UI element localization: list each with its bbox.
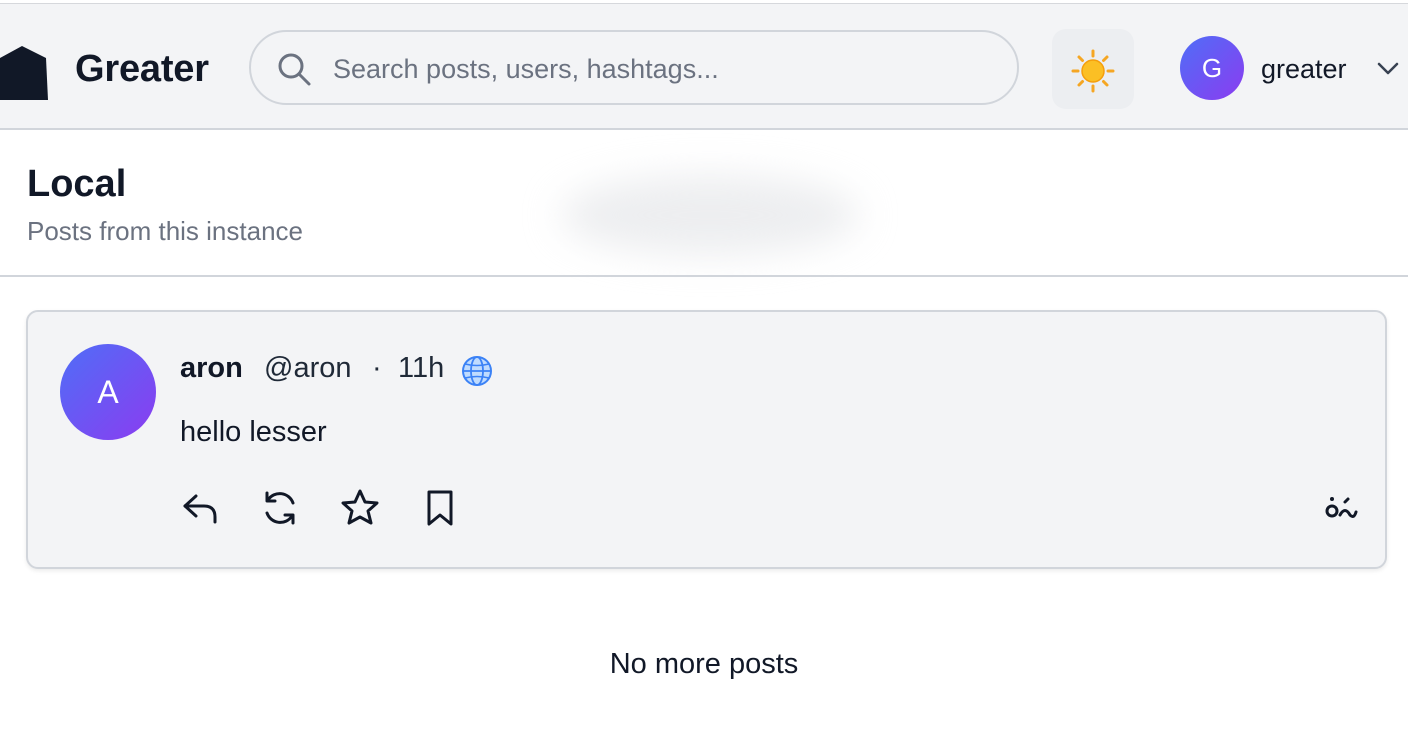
reply-button[interactable] bbox=[180, 488, 220, 528]
boost-icon bbox=[265, 491, 295, 525]
post-card[interactable]: A aron @aron · 11h hello lesser bbox=[26, 310, 1387, 569]
user-name[interactable]: greater bbox=[1261, 54, 1347, 85]
blur-artifact bbox=[560, 175, 860, 255]
brand-name[interactable]: Greater bbox=[75, 48, 209, 91]
reply-icon bbox=[183, 494, 217, 524]
user-menu[interactable]: G greater bbox=[1180, 36, 1408, 102]
section-divider bbox=[0, 275, 1408, 277]
separator-dot: · bbox=[372, 352, 382, 384]
feed-end-message: No more posts bbox=[609, 648, 799, 680]
sun-icon bbox=[1071, 49, 1115, 93]
search-icon bbox=[278, 53, 311, 86]
post-author-name[interactable]: aron bbox=[180, 352, 243, 385]
post-author-handle[interactable]: @aron bbox=[264, 352, 351, 385]
favorite-icon bbox=[341, 489, 379, 525]
post-timestamp[interactable]: 11h bbox=[398, 352, 444, 385]
favorite-button[interactable] bbox=[340, 488, 380, 528]
page-subtitle: Posts from this instance bbox=[27, 216, 303, 246]
top-navigation-bar: Greater G greater bbox=[0, 3, 1408, 130]
chevron-down-icon[interactable] bbox=[1376, 60, 1400, 76]
page-title: Local bbox=[27, 163, 127, 205]
post-content: hello lesser bbox=[180, 416, 327, 448]
theme-toggle-button[interactable] bbox=[1052, 29, 1134, 109]
globe-icon bbox=[462, 356, 492, 386]
user-avatar[interactable]: G bbox=[1180, 36, 1244, 100]
boost-button[interactable] bbox=[260, 488, 300, 528]
post-actions bbox=[180, 488, 1360, 532]
more-icon bbox=[1325, 497, 1358, 518]
bookmark-button[interactable] bbox=[420, 488, 460, 528]
app-logo-icon[interactable] bbox=[0, 44, 50, 104]
search-input[interactable] bbox=[331, 46, 985, 92]
search-bar[interactable] bbox=[249, 30, 1019, 105]
bookmark-icon bbox=[427, 490, 453, 526]
more-options-button[interactable] bbox=[1318, 488, 1358, 528]
post-author-avatar[interactable]: A bbox=[60, 344, 156, 440]
